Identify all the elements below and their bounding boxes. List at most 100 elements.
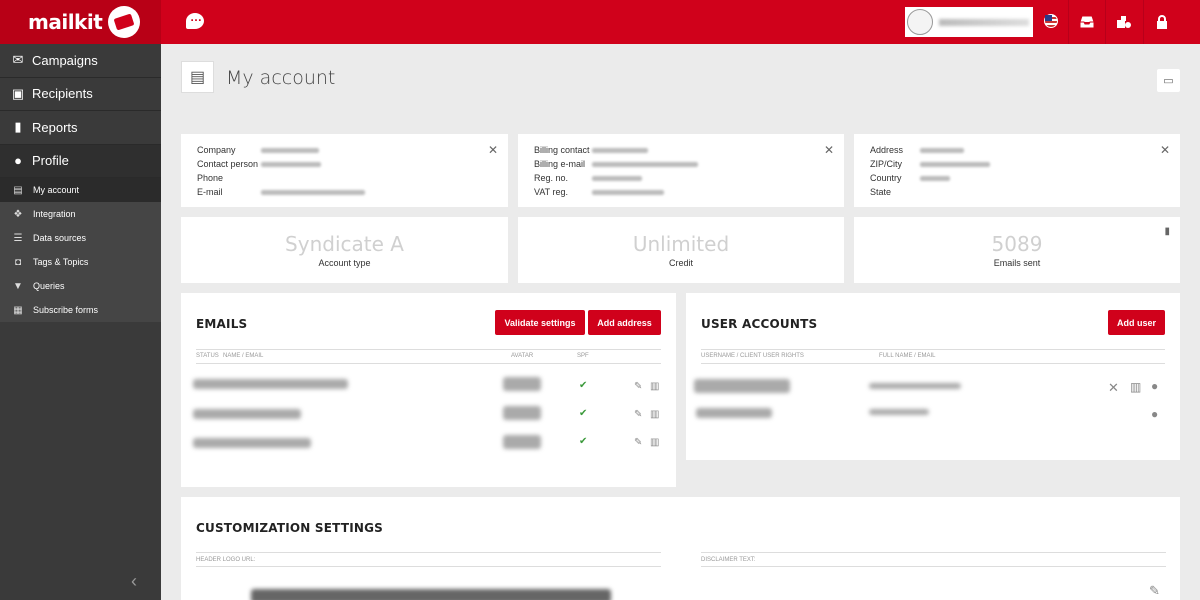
- blurred-value: [592, 189, 664, 195]
- info-label: State: [870, 187, 892, 197]
- shapes-icon[interactable]: [1106, 0, 1142, 44]
- page-title: My account: [226, 67, 336, 89]
- address-card: Address ZIP/City Country State ✕: [854, 134, 1180, 207]
- info-row: ZIP/City: [870, 157, 1164, 171]
- lock-icon[interactable]: [1144, 0, 1180, 44]
- blurred-value: [592, 161, 698, 167]
- print-button[interactable]: ▭: [1157, 69, 1180, 92]
- emails-title: EMAILS: [196, 317, 248, 331]
- sidebar-item-label: Campaigns: [32, 52, 98, 68]
- blurred-value: [920, 147, 964, 153]
- column-header-spf: SPF: [577, 353, 589, 359]
- sidebar-item-label: Reports: [32, 119, 78, 135]
- trash-icon[interactable]: ▥: [650, 381, 659, 392]
- sidebar-subitem-label: My account: [33, 185, 80, 195]
- column-header-status: STATUS: [196, 353, 219, 359]
- wrench-icon[interactable]: ✕: [1160, 143, 1170, 157]
- tag-icon: ◘: [14, 256, 22, 268]
- trash-icon[interactable]: ▥: [650, 409, 659, 420]
- credit-label: Credit: [668, 258, 693, 268]
- info-row: Address: [870, 143, 1164, 157]
- sidebar-subitem-label: Subscribe forms: [33, 305, 99, 315]
- disclaimer-text-label: DISCLAIMER TEXT:: [701, 557, 756, 563]
- user-icon: ●: [14, 153, 22, 169]
- sidebar-subitem-data-sources[interactable]: ☰ Data sources: [0, 226, 161, 250]
- us-flag-icon[interactable]: [1044, 14, 1058, 28]
- emails-sent-card: 5089 Emails sent ▮: [854, 217, 1180, 283]
- mailkit-logo[interactable]: mailkit: [0, 0, 161, 44]
- logo-preview-blurred: [251, 589, 611, 600]
- info-row: VAT reg.: [534, 185, 828, 199]
- emails-sent-value: 5089: [991, 232, 1043, 256]
- sidebar-item-campaigns[interactable]: ✉ Campaigns: [0, 44, 161, 78]
- inbox-icon[interactable]: [1069, 0, 1105, 44]
- form-icon: ▦: [13, 304, 23, 316]
- sidebar-subitem-integration[interactable]: ❖ Integration: [0, 202, 161, 226]
- divider: [701, 566, 1166, 567]
- info-label: Billing contact: [534, 145, 590, 155]
- avatar-blurred: [503, 406, 541, 420]
- wrench-icon[interactable]: ✕: [824, 143, 834, 157]
- trash-icon[interactable]: ▥: [650, 437, 659, 448]
- edit-icon[interactable]: ✎: [634, 381, 642, 392]
- edit-icon[interactable]: ✎: [1149, 583, 1160, 599]
- sidebar-item-profile[interactable]: ● Profile: [0, 144, 161, 178]
- sidebar-subitem-my-account[interactable]: ▤ My account: [0, 178, 161, 202]
- sidebar-subitem-queries[interactable]: ▼ Queries: [0, 274, 161, 298]
- info-row: Billing contact: [534, 143, 828, 157]
- contact-card-icon: ▣: [11, 85, 25, 101]
- logo-text: mailkit: [28, 10, 103, 34]
- blurred-value: [261, 161, 321, 167]
- chat-icon[interactable]: [186, 10, 204, 29]
- email-row-blurred: [193, 409, 301, 419]
- info-label: Contact person: [197, 159, 259, 169]
- sidebar-item-reports[interactable]: ▮ Reports: [0, 111, 161, 145]
- collapse-sidebar-icon[interactable]: ‹: [131, 571, 137, 592]
- wrench-icon[interactable]: ✕: [488, 143, 498, 157]
- info-label: Reg. no.: [534, 173, 569, 183]
- printer-icon: ▭: [1163, 75, 1174, 87]
- column-header-fullname: FULL NAME / EMAIL: [879, 353, 936, 359]
- company-card: Company Contact person Phone E-mail ✕: [181, 134, 508, 207]
- info-row: Contact person: [197, 157, 492, 171]
- bar-chart-icon[interactable]: ▮: [1164, 226, 1170, 237]
- validate-settings-button[interactable]: Validate settings: [495, 310, 585, 335]
- location-pin-icon[interactable]: ●: [1151, 379, 1158, 393]
- wrench-icon[interactable]: ✕: [1108, 380, 1119, 396]
- emails-sent-label: Emails sent: [993, 258, 1041, 268]
- add-user-button[interactable]: Add user: [1108, 310, 1165, 335]
- info-row: Company: [197, 143, 492, 157]
- bar-chart-icon: ▮: [14, 119, 22, 135]
- avatar-blurred: [503, 435, 541, 449]
- avatar-blurred: [503, 377, 541, 391]
- id-badge-icon: ▤: [13, 184, 23, 196]
- edit-icon[interactable]: ✎: [634, 437, 642, 448]
- user-avatar: [907, 9, 933, 35]
- account-type-card: Syndicate A Account type: [181, 217, 508, 283]
- sidebar-subitem-tags-topics[interactable]: ◘ Tags & Topics: [0, 250, 161, 274]
- account-type-value: Syndicate A: [285, 232, 404, 256]
- user-profile[interactable]: [905, 7, 1033, 37]
- info-label: E-mail: [197, 187, 223, 197]
- credit-card: Unlimited Credit: [518, 217, 844, 283]
- user-accounts-panel: USER ACCOUNTS Add user USERNAME / CLIENT…: [686, 293, 1180, 460]
- customization-panel: CUSTOMIZATION SETTINGS HEADER LOGO URL: …: [181, 497, 1180, 600]
- column-header-name: NAME / EMAIL: [223, 353, 264, 359]
- location-pin-icon[interactable]: ●: [1151, 407, 1158, 421]
- sidebar-subitem-label: Integration: [33, 209, 76, 219]
- column-header-avatar: AVATAR: [511, 353, 534, 359]
- info-row: Phone: [197, 171, 492, 185]
- add-address-button[interactable]: Add address: [588, 310, 661, 335]
- sidebar-subitem-subscribe-forms[interactable]: ▦ Subscribe forms: [0, 298, 161, 322]
- fullname-blurred: [869, 383, 961, 389]
- check-icon: ✔: [579, 408, 588, 419]
- info-label: Address: [870, 145, 904, 155]
- edit-icon[interactable]: ✎: [634, 409, 642, 420]
- sidebar-item-recipients[interactable]: ▣ Recipients: [0, 77, 161, 111]
- sidebar-subitem-label: Tags & Topics: [33, 257, 89, 267]
- database-icon: ☰: [13, 232, 23, 244]
- info-row: E-mail: [197, 185, 492, 199]
- trash-icon[interactable]: ▥: [1130, 380, 1141, 394]
- sidebar: ✉ Campaigns ▣ Recipients ▮ Reports ● Pro…: [0, 44, 161, 600]
- top-bar: mailkit: [0, 0, 1200, 44]
